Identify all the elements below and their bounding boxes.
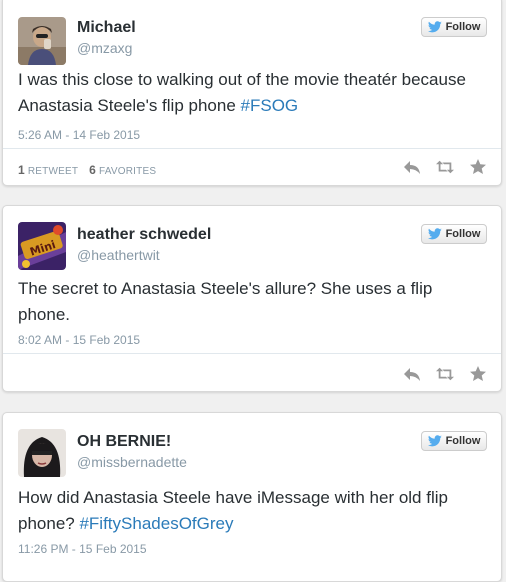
tweet-text: I was this close to walking out of the m…: [18, 67, 488, 119]
avatar[interactable]: [18, 17, 66, 65]
twitter-bird-icon: [427, 435, 442, 447]
user-handle[interactable]: @mzaxg: [77, 40, 132, 56]
favorite-icon[interactable]: [469, 366, 487, 382]
divider: [3, 148, 501, 149]
follow-button[interactable]: Follow: [421, 17, 487, 37]
divider: [3, 353, 501, 354]
tweet-card: Michael @mzaxg Follow I was this close t…: [2, 0, 502, 186]
follow-button[interactable]: Follow: [421, 431, 487, 451]
user-handle[interactable]: @heathertwit: [77, 247, 160, 263]
tweet-card: Mini heather schwedel @heathertwit Follo…: [2, 205, 502, 392]
follow-button[interactable]: Follow: [421, 224, 487, 244]
avatar[interactable]: [18, 429, 66, 477]
timestamp[interactable]: 5:26 AM - 14 Feb 2015: [18, 128, 140, 142]
timestamp[interactable]: 11:26 PM - 15 Feb 2015: [18, 542, 147, 556]
display-name[interactable]: Michael: [77, 19, 136, 37]
retweet-icon[interactable]: [436, 366, 454, 382]
favorite-count[interactable]: 6 FAVORITES: [89, 163, 156, 177]
twitter-bird-icon: [427, 228, 442, 240]
twitter-bird-icon: [427, 21, 442, 33]
hashtag-link[interactable]: #FSOG: [241, 96, 299, 115]
tweet-stats: 1 RETWEET 6 FAVORITES: [18, 163, 164, 177]
favorite-icon[interactable]: [469, 159, 487, 175]
tweet-actions: [403, 366, 487, 382]
tweet-text: The secret to Anastasia Steele's allure?…: [18, 279, 433, 324]
retweet-icon[interactable]: [436, 159, 454, 175]
follow-label: Follow: [445, 228, 481, 240]
follow-label: Follow: [445, 21, 481, 33]
reply-icon[interactable]: [403, 366, 421, 382]
tweet-text: How did Anastasia Steele have iMessage w…: [18, 485, 488, 537]
display-name[interactable]: OH BERNIE!: [77, 433, 171, 451]
display-name[interactable]: heather schwedel: [77, 226, 211, 244]
tweet-actions: [403, 159, 487, 175]
user-handle[interactable]: @missbernadette: [77, 454, 187, 470]
timestamp[interactable]: 8:02 AM - 15 Feb 2015: [18, 333, 140, 347]
reply-icon[interactable]: [403, 159, 421, 175]
avatar[interactable]: Mini: [18, 222, 66, 270]
retweet-count[interactable]: 1 RETWEET: [18, 163, 78, 177]
tweet-card: OH BERNIE! @missbernadette Follow How di…: [2, 412, 502, 582]
hashtag-link[interactable]: #FiftyShadesOfGrey: [79, 514, 233, 533]
follow-label: Follow: [445, 435, 481, 447]
